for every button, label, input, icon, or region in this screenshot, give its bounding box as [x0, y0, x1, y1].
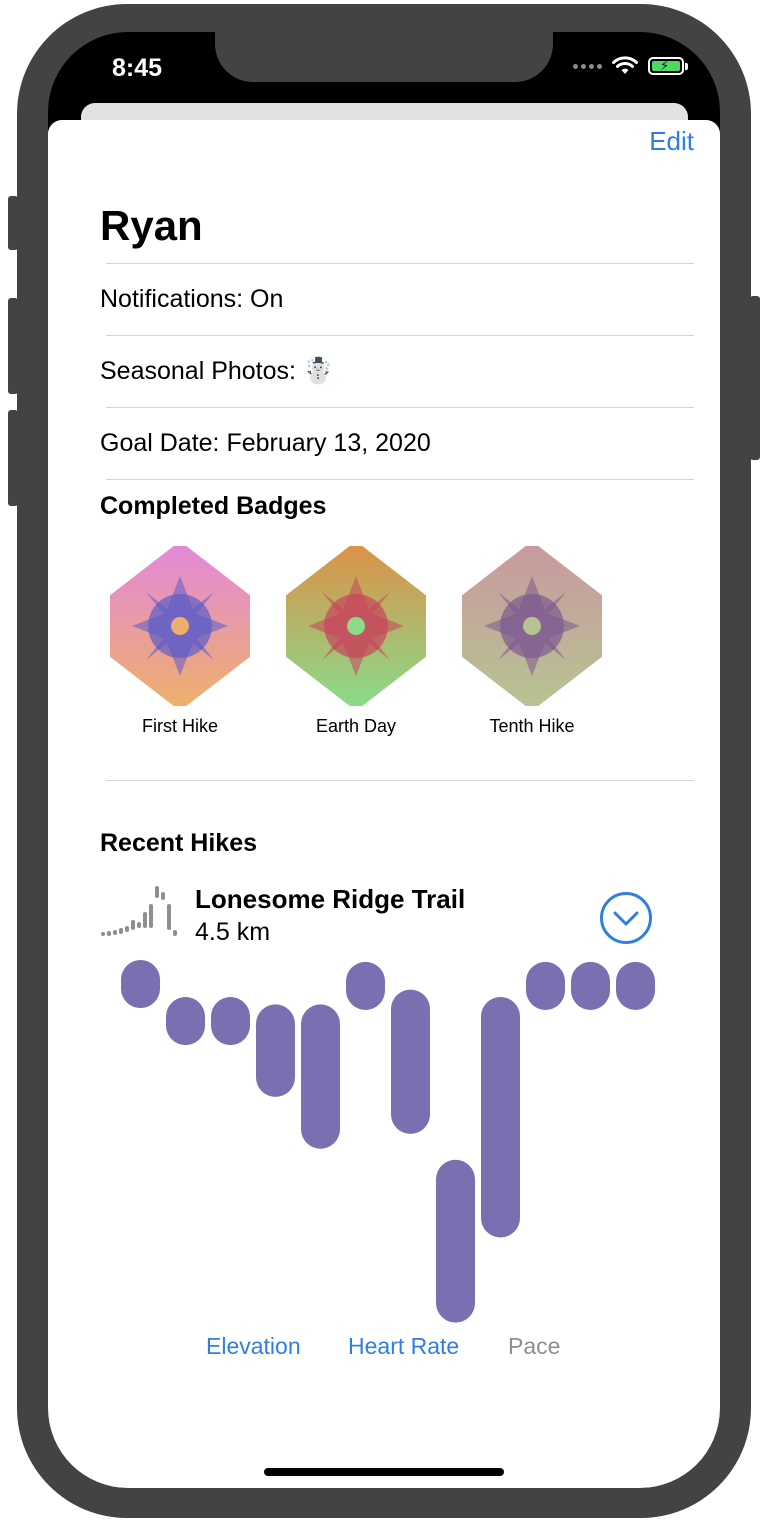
cellular-signal-icon	[573, 63, 602, 69]
badge-item: Tenth Hike	[462, 546, 602, 737]
chevron-down-circle-icon	[600, 892, 652, 944]
chart-bar	[616, 961, 655, 1010]
profile-sheet: Edit Ryan Notifications: On Seasonal Pho…	[48, 120, 720, 1488]
divider	[106, 335, 694, 336]
badge-label: First Hike	[142, 716, 218, 736]
hike-distance: 4.5 km	[195, 918, 271, 946]
badge-label: Earth Day	[315, 716, 397, 736]
notifications-setting: Notifications: On	[100, 285, 284, 313]
status-time: 8:45	[112, 54, 163, 82]
completed-badges-title: Completed Badges	[100, 492, 327, 520]
badge-icon	[286, 546, 426, 706]
mute-switch	[8, 196, 18, 250]
battery-icon: ⚡	[648, 57, 688, 75]
badge-label: Tenth Hike	[489, 716, 575, 736]
chart-bar	[481, 997, 520, 1238]
chart-bar	[166, 997, 205, 1046]
badge-item: First Hike	[110, 546, 250, 737]
chart-bar	[571, 961, 610, 1010]
chart-bar	[211, 997, 250, 1046]
tab-heart-rate[interactable]: Heart Rate	[348, 1333, 459, 1360]
seasonal-photos-setting: Seasonal Photos: ☃️	[100, 357, 335, 385]
profile-name: Ryan	[100, 202, 203, 249]
badge-item: Earth Day	[286, 546, 426, 737]
divider	[106, 407, 694, 408]
edit-button[interactable]: Edit	[649, 126, 694, 157]
goal-date-setting: Goal Date: February 13, 2020	[100, 429, 431, 457]
divider	[106, 780, 694, 781]
volume-down-button	[8, 410, 18, 506]
chart-bar	[256, 1004, 295, 1097]
chart-bar	[526, 961, 565, 1010]
hike-chart	[121, 960, 655, 1323]
divider	[106, 479, 694, 480]
notch	[215, 24, 553, 82]
home-indicator[interactable]	[264, 1468, 504, 1476]
badge-icon	[110, 546, 250, 706]
volume-up-button	[8, 298, 18, 394]
tab-pace[interactable]: Pace	[508, 1333, 560, 1360]
badge-icon	[462, 546, 602, 706]
wifi-icon	[612, 56, 638, 74]
chart-bar	[391, 989, 430, 1134]
hike-name: Lonesome Ridge Trail	[195, 884, 466, 914]
chart-bar	[121, 960, 160, 1009]
chart-bar	[436, 1159, 475, 1323]
chart-bar	[346, 961, 385, 1010]
recent-hikes-title: Recent Hikes	[100, 829, 258, 857]
divider	[106, 263, 694, 264]
power-button	[750, 296, 760, 460]
hike-graph-icon	[101, 886, 177, 936]
chart-bar	[301, 1004, 340, 1149]
status-icons: ⚡	[573, 56, 688, 76]
tab-elevation[interactable]: Elevation	[206, 1333, 301, 1360]
expand-hike-button[interactable]	[598, 890, 654, 946]
